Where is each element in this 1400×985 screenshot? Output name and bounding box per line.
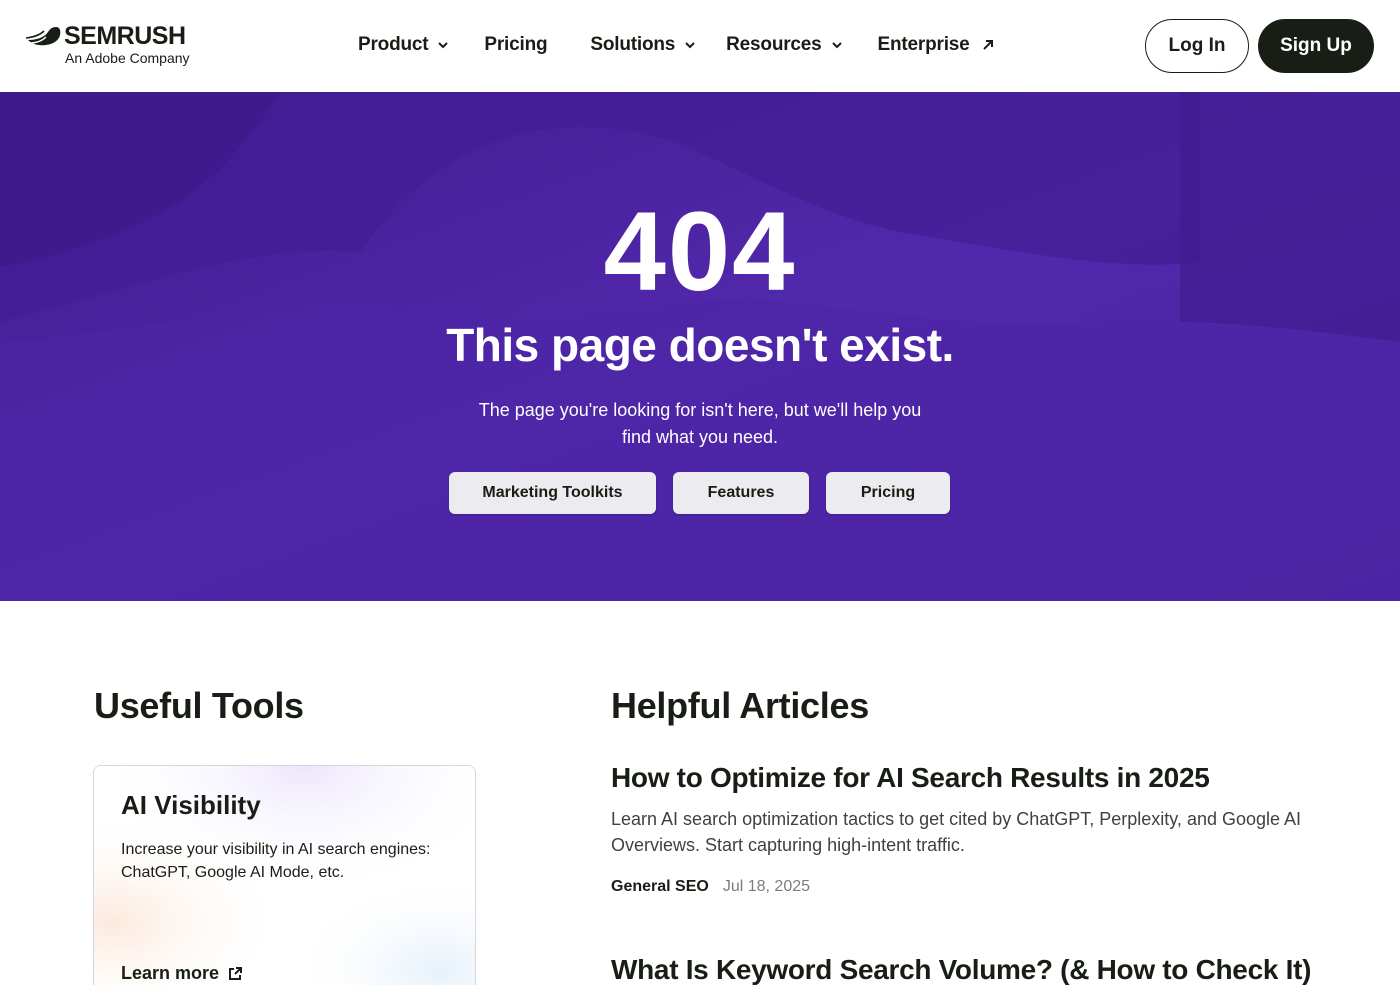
nav-item-enterprise[interactable]: Enterprise xyxy=(878,34,994,56)
pricing-button[interactable]: Pricing xyxy=(826,472,950,514)
helpful-articles-heading: Helpful Articles xyxy=(611,685,869,726)
site-header: SEMRUSH An Adobe Company Product Pricing… xyxy=(0,0,1400,92)
semrush-logo-icon xyxy=(26,27,61,46)
hero-description: The page you're looking for isn't here, … xyxy=(478,400,922,447)
chevron-down-icon xyxy=(438,41,449,48)
features-button[interactable]: Features xyxy=(673,472,809,514)
nav-item-label: Pricing xyxy=(484,34,548,55)
article-meta: General SEO Jul 18, 2025 xyxy=(611,878,1311,896)
nav-item-resources[interactable]: Resources xyxy=(726,34,842,56)
external-link-icon xyxy=(229,966,243,980)
external-arrow-icon xyxy=(982,40,993,50)
article-category[interactable]: General SEO xyxy=(611,878,709,896)
chevron-down-icon xyxy=(831,41,842,48)
brand-tagline: An Adobe Company xyxy=(65,50,190,66)
article-title-link[interactable]: What Is Keyword Search Volume? (& How to… xyxy=(611,954,1311,985)
nav-item-solutions[interactable]: Solutions xyxy=(590,34,695,56)
nav-item-label: Solutions xyxy=(590,34,676,55)
card-description: Increase your visibility in AI search en… xyxy=(121,841,431,881)
page-title: This page doesn't exist. xyxy=(446,319,954,371)
login-button[interactable]: Log In xyxy=(1145,19,1249,73)
tool-card-ai-visibility[interactable]: AI Visibility Increase your visibility i… xyxy=(93,765,476,985)
useful-tools-heading: Useful Tools xyxy=(94,685,304,726)
error-code: 404 xyxy=(603,189,797,314)
article-date: Jul 18, 2025 xyxy=(722,878,811,895)
article-description: Learn AI search optimization tactics to … xyxy=(611,809,1302,855)
learn-more-label: Learn more xyxy=(121,963,220,983)
learn-more-link[interactable]: Learn more xyxy=(121,963,243,984)
main-nav: Product Pricing Solutions Resources Ente… xyxy=(358,30,994,60)
article-item: How to Optimize for AI Search Results in… xyxy=(611,762,1311,896)
nav-item-label: Resources xyxy=(726,34,822,55)
card-title: AI Visibility xyxy=(121,790,261,820)
nav-item-pricing[interactable]: Pricing xyxy=(484,34,547,56)
hero-button-group: Marketing Toolkits Features Pricing xyxy=(0,472,1400,514)
nav-item-product[interactable]: Product xyxy=(358,34,449,56)
brand-name: SEMRUSH xyxy=(64,22,186,50)
nav-item-label: Product xyxy=(358,34,429,55)
signup-button[interactable]: Sign Up xyxy=(1258,19,1374,73)
error-hero: 404 This page doesn't exist. The page yo… xyxy=(0,92,1400,601)
semrush-logo[interactable]: SEMRUSH An Adobe Company xyxy=(26,22,206,70)
nav-item-label: Enterprise xyxy=(877,34,970,55)
chevron-down-icon xyxy=(685,41,695,48)
marketing-toolkits-button[interactable]: Marketing Toolkits xyxy=(449,472,656,514)
article-title-link[interactable]: How to Optimize for AI Search Results in… xyxy=(611,762,1311,794)
article-item: What Is Keyword Search Volume? (& How to… xyxy=(611,954,1311,985)
